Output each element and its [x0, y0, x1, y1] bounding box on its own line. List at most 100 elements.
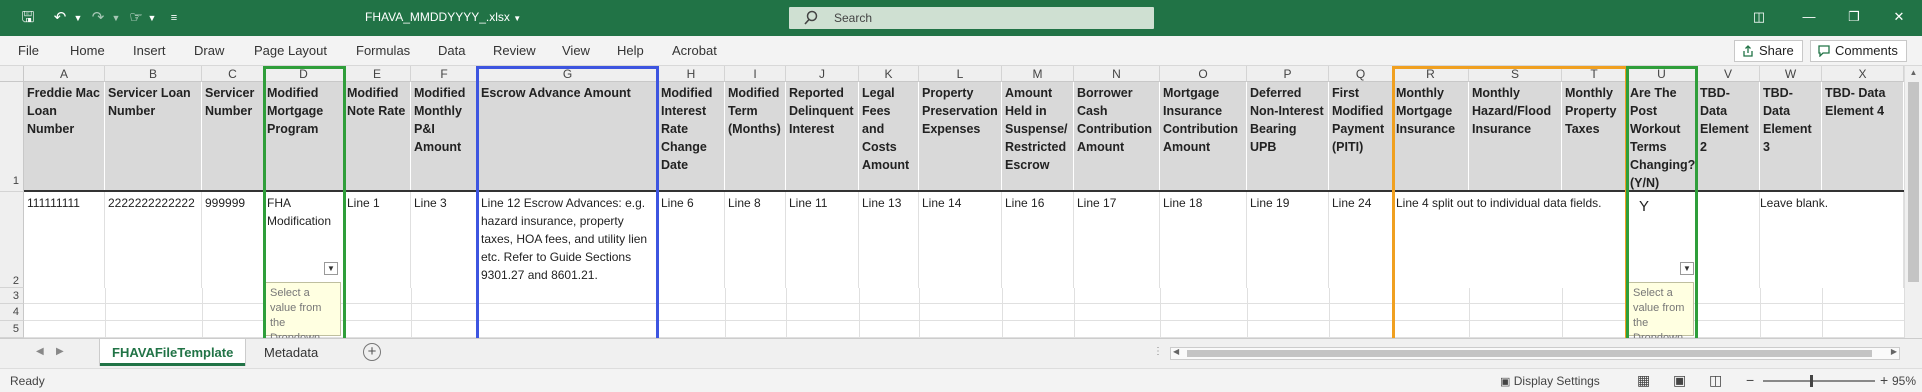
column-header-s[interactable]: S [1469, 66, 1562, 82]
scroll-up-icon[interactable]: ▲ [1905, 68, 1922, 77]
row-header-3[interactable]: 3 [0, 288, 24, 304]
header-cell-u[interactable]: Are The Post Workout Terms Changing? (Y/… [1627, 82, 1697, 191]
cell-l2[interactable]: Line 14 [919, 192, 1002, 288]
column-header-w[interactable]: W [1760, 66, 1822, 82]
select-all-corner[interactable] [0, 66, 24, 82]
column-header-b[interactable]: B [105, 66, 202, 82]
cell-j2[interactable]: Line 11 [786, 192, 859, 288]
cell-v2[interactable] [1697, 192, 1760, 288]
column-header-q[interactable]: Q [1329, 66, 1393, 82]
zoom-out-icon[interactable]: − [1746, 372, 1754, 388]
horizontal-scrollbar[interactable]: ◀ ▶ [1170, 347, 1900, 360]
cell-i2[interactable]: Line 8 [725, 192, 786, 288]
search-box[interactable]: Search [789, 7, 1154, 29]
column-header-e[interactable]: E [344, 66, 411, 82]
header-cell-j[interactable]: Reported Delinquent Interest [786, 82, 859, 191]
column-header-k[interactable]: K [859, 66, 919, 82]
column-header-x[interactable]: X [1822, 66, 1904, 82]
header-cell-i[interactable]: Modified Term (Months) [725, 82, 786, 191]
cell-f2[interactable]: Line 3 [411, 192, 478, 288]
row-header-4[interactable]: 4 [0, 304, 24, 321]
header-cell-n[interactable]: Borrower Cash Contribution Amount [1074, 82, 1160, 191]
add-sheet-button[interactable]: + [363, 343, 381, 361]
header-cell-q[interactable]: First Modified Payment (PITI) [1329, 82, 1393, 191]
column-header-u[interactable]: U [1627, 66, 1697, 82]
tab-formulas[interactable]: Formulas [356, 43, 410, 58]
row-header-5[interactable]: 5 [0, 321, 24, 338]
column-header-d[interactable]: D [264, 66, 344, 82]
header-cell-g[interactable]: Escrow Advance Amount [478, 82, 658, 191]
close-icon[interactable]: ✕ [1890, 9, 1908, 25]
cell-m2[interactable]: Line 16 [1002, 192, 1074, 288]
tab-scroll-left-icon[interactable]: ◀ [36, 346, 44, 357]
header-cell-x[interactable]: TBD- Data Element 4 [1822, 82, 1904, 191]
touch-dropdown-icon[interactable]: ▼ [142, 8, 162, 28]
undo-icon[interactable]: ↶ [50, 8, 70, 28]
zoom-in-icon[interactable]: + [1880, 372, 1888, 388]
sheet-tab-fhavafiletemplate[interactable]: FHAVAFileTemplate [100, 339, 246, 366]
redo-icon[interactable]: ↷ [88, 8, 108, 28]
header-cell-h[interactable]: Modified Interest Rate Change Date [658, 82, 725, 191]
cell-k2[interactable]: Line 13 [859, 192, 919, 288]
vertical-scrollbar[interactable]: ▲ [1904, 66, 1922, 338]
header-cell-l[interactable]: Property Preservation Expenses [919, 82, 1002, 191]
header-cell-t[interactable]: Monthly Property Taxes [1562, 82, 1627, 191]
minimize-icon[interactable]: — [1800, 9, 1818, 24]
column-header-g[interactable]: G [478, 66, 658, 82]
cell-r2[interactable]: Line 4 split out to individual data fiel… [1393, 192, 1627, 288]
header-cell-w[interactable]: TBD- Data Element 3 [1760, 82, 1822, 191]
cell-e2[interactable]: Line 1 [344, 192, 411, 288]
row-header-1[interactable]: 1 [0, 82, 24, 192]
cell-h2[interactable]: Line 6 [658, 192, 725, 288]
tab-help[interactable]: Help [617, 43, 644, 58]
undo-dropdown-icon[interactable]: ▼ [68, 8, 88, 28]
zoom-slider-thumb[interactable] [1810, 375, 1814, 387]
column-header-c[interactable]: C [202, 66, 264, 82]
header-cell-p[interactable]: Deferred Non-Interest Bearing UPB [1247, 82, 1329, 191]
scroll-right-icon[interactable]: ▶ [1891, 347, 1897, 356]
scroll-left-icon[interactable]: ◀ [1173, 347, 1179, 356]
column-header-f[interactable]: F [411, 66, 478, 82]
header-cell-m[interactable]: Amount Held in Suspense/ Restricted Escr… [1002, 82, 1074, 191]
column-header-j[interactable]: J [786, 66, 859, 82]
column-header-n[interactable]: N [1074, 66, 1160, 82]
cell-q2[interactable]: Line 24 [1329, 192, 1393, 288]
column-header-h[interactable]: H [658, 66, 725, 82]
column-header-v[interactable]: V [1697, 66, 1760, 82]
tab-page-layout[interactable]: Page Layout [254, 43, 327, 58]
comments-button[interactable]: Comments [1810, 40, 1907, 62]
redo-dropdown-icon[interactable]: ▼ [106, 8, 126, 28]
column-header-i[interactable]: I [725, 66, 786, 82]
cell-a2[interactable]: 111111111 [24, 192, 105, 288]
tab-acrobat[interactable]: Acrobat [672, 43, 717, 58]
page-break-view-icon[interactable]: ◫ [1709, 372, 1722, 389]
tab-draw[interactable]: Draw [194, 43, 224, 58]
cell-b2[interactable]: 2222222222222 [105, 192, 202, 288]
column-header-o[interactable]: O [1160, 66, 1247, 82]
header-cell-c[interactable]: Servicer Number [202, 82, 264, 191]
header-cell-s[interactable]: Monthly Hazard/Flood Insurance [1469, 82, 1562, 191]
header-cell-b[interactable]: Servicer Loan Number [105, 82, 202, 191]
column-header-t[interactable]: T [1562, 66, 1627, 82]
restore-icon[interactable]: ❐ [1845, 9, 1863, 25]
cell-n2[interactable]: Line 17 [1074, 192, 1160, 288]
column-header-l[interactable]: L [919, 66, 1002, 82]
cell-o2[interactable]: Line 18 [1160, 192, 1247, 288]
row-header-2[interactable]: 2 [0, 192, 24, 288]
tab-insert[interactable]: Insert [133, 43, 166, 58]
header-cell-v[interactable]: TBD- Data Element 2 [1697, 82, 1760, 191]
cell-g2[interactable]: Line 12 Escrow Advances: e.g. hazard ins… [478, 192, 658, 288]
tab-file[interactable]: File [18, 43, 39, 58]
tab-review[interactable]: Review [493, 43, 536, 58]
page-layout-view-icon[interactable]: ▣ [1673, 372, 1686, 389]
zoom-slider[interactable] [1763, 375, 1875, 387]
zoom-level[interactable]: 95% [1892, 374, 1916, 388]
header-cell-r[interactable]: Monthly Mortgage Insurance [1393, 82, 1469, 191]
display-settings-button[interactable]: ▣ Display Settings [1500, 374, 1600, 388]
share-button[interactable]: Share [1734, 40, 1803, 62]
column-header-a[interactable]: A [24, 66, 105, 82]
save-icon[interactable]: 🖫 [18, 8, 38, 28]
cell-w2[interactable]: Leave blank. [1760, 192, 1904, 288]
column-header-m[interactable]: M [1002, 66, 1074, 82]
tab-scroll-right-icon[interactable]: ▶ [56, 346, 64, 357]
